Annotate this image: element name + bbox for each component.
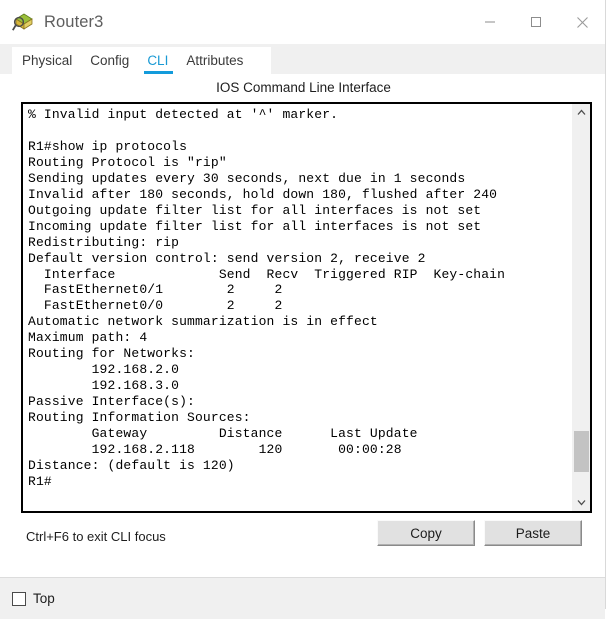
- terminal-line: 192.168.3.0: [28, 378, 180, 394]
- chevron-down-icon[interactable]: [573, 494, 590, 511]
- close-button[interactable]: [559, 0, 605, 44]
- window-titlebar: Router3: [0, 0, 605, 44]
- terminal-container: % Invalid input detected at '^' marker. …: [21, 102, 592, 513]
- panel-title: IOS Command Line Interface: [216, 80, 391, 95]
- terminal-line: Routing Information Sources:: [28, 410, 251, 426]
- footer-buttons: Copy Paste: [377, 520, 582, 546]
- terminal-line: FastEthernet0/0 2 2: [28, 298, 283, 314]
- copy-button[interactable]: Copy: [377, 520, 475, 546]
- tab-physical[interactable]: Physical: [12, 54, 81, 74]
- terminal-line: Passive Interface(s):: [28, 394, 195, 410]
- tab-config[interactable]: Config: [81, 54, 138, 74]
- scrollbar-track[interactable]: [573, 121, 590, 494]
- terminal-line: R1#show ip protocols: [28, 138, 188, 154]
- terminal-line: % Invalid input detected at '^' marker.: [28, 107, 339, 122]
- terminal-line: Routing for Networks:: [28, 346, 195, 362]
- terminal-line: Incoming update filter list for all inte…: [28, 218, 482, 234]
- cli-focus-hint: Ctrl+F6 to exit CLI focus: [26, 529, 166, 544]
- terminal-scrollbar[interactable]: [572, 104, 590, 511]
- window-controls: [467, 0, 605, 44]
- tab-config-label: Config: [90, 53, 130, 68]
- terminal-line: FastEthernet0/1 2 2: [28, 282, 283, 298]
- scrollbar-thumb[interactable]: [574, 430, 589, 472]
- top-checkbox[interactable]: Top: [12, 591, 55, 606]
- terminal-line: Automatic network summarization is in ef…: [28, 314, 378, 330]
- terminal-line: Invalid after 180 seconds, hold down 180…: [28, 186, 498, 202]
- terminal-line: Maximum path: 4: [28, 330, 148, 346]
- tab-attributes[interactable]: Attributes: [177, 54, 252, 74]
- terminal-line: R1#: [28, 473, 52, 489]
- terminal-line: Redistributing: rip: [28, 234, 180, 250]
- tab-cli[interactable]: CLI: [138, 54, 177, 74]
- router-cli-window: Router3 Physical Config CLI Attributes I…: [0, 0, 606, 619]
- tab-physical-label: Physical: [22, 53, 73, 68]
- cli-panel: IOS Command Line Interface % Invalid inp…: [12, 74, 595, 577]
- tab-attributes-label: Attributes: [186, 53, 244, 68]
- terminal-line: 192.168.2.118 120 00:00:28: [28, 442, 402, 458]
- tab-strip: Physical Config CLI Attributes: [0, 44, 605, 74]
- router-device-icon: [12, 11, 34, 33]
- terminal-line: Interface Send Recv Triggered RIP Key-ch…: [28, 266, 506, 282]
- tab-cli-label: CLI: [147, 53, 169, 68]
- chevron-up-icon[interactable]: [573, 104, 590, 121]
- terminal-output[interactable]: % Invalid input detected at '^' marker. …: [23, 104, 572, 511]
- terminal-line: Outgoing update filter list for all inte…: [28, 202, 482, 218]
- top-checkbox-label: Top: [33, 591, 55, 606]
- top-checkbox-box[interactable]: [12, 591, 26, 606]
- terminal-line: 192.168.2.0: [28, 362, 180, 378]
- terminal-line: Distance: (default is 120): [28, 457, 235, 473]
- minimize-button[interactable]: [467, 0, 513, 44]
- terminal-line: Default version control: send version 2,…: [28, 250, 426, 266]
- terminal-line: Sending updates every 30 seconds, next d…: [28, 170, 466, 186]
- panel-footer: Ctrl+F6 to exit CLI focus Copy Paste: [12, 513, 595, 577]
- paste-button[interactable]: Paste: [484, 520, 582, 546]
- terminal-line: Routing Protocol is "rip": [28, 154, 227, 170]
- window-title: Router3: [44, 12, 104, 31]
- terminal-line: Gateway Distance Last Update: [28, 426, 418, 442]
- maximize-button[interactable]: [513, 0, 559, 44]
- window-bottom-strip: Top: [0, 577, 605, 619]
